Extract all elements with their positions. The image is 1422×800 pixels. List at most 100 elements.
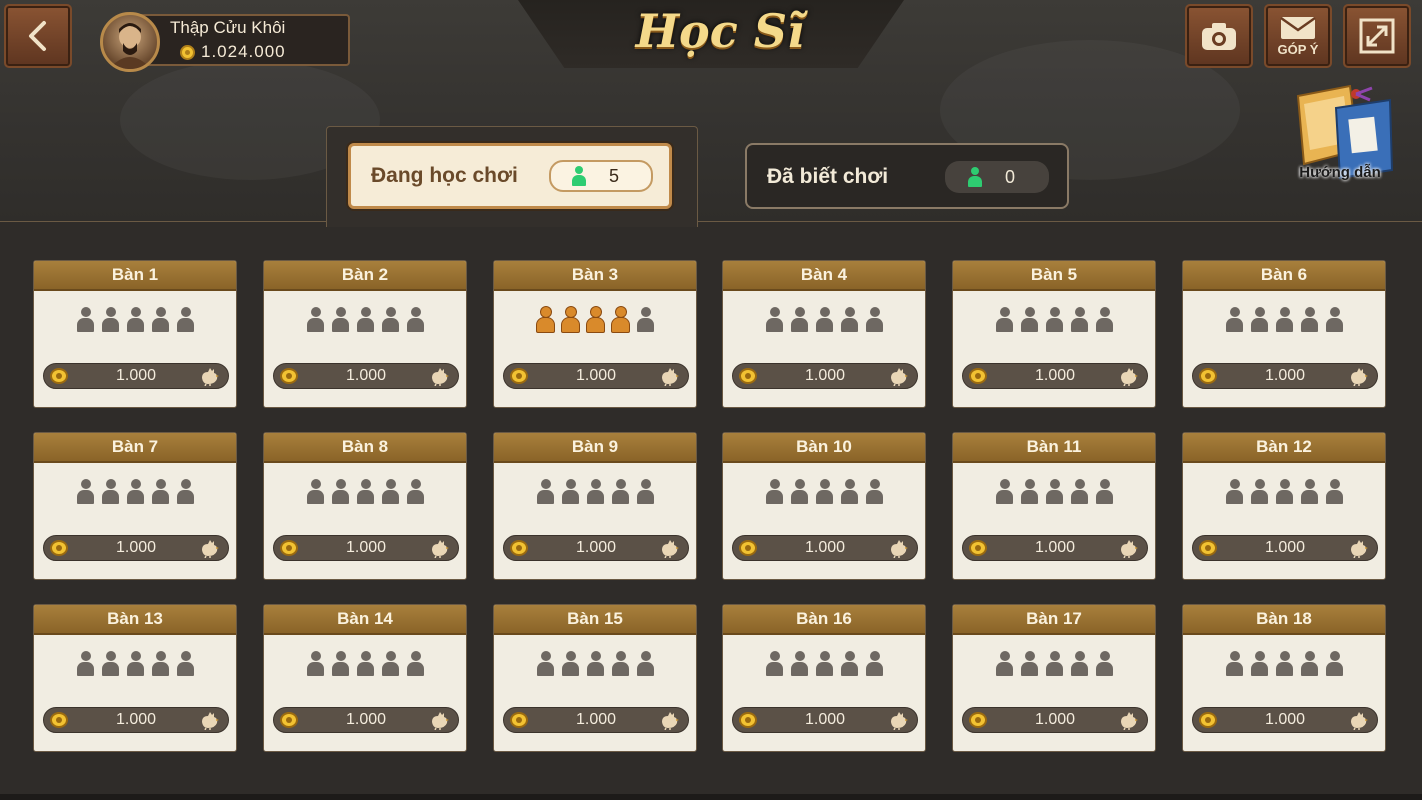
table-bet: 1.000 bbox=[1192, 535, 1378, 561]
seat-empty-icon bbox=[1250, 479, 1268, 504]
seat-empty-icon bbox=[381, 479, 399, 504]
table-card[interactable]: Bàn 12 1.000 bbox=[1182, 432, 1386, 580]
rooster-icon bbox=[658, 366, 680, 391]
seat-empty-icon bbox=[1325, 307, 1343, 332]
fullscreen-button[interactable] bbox=[1343, 4, 1411, 68]
seat-empty-icon bbox=[536, 651, 554, 676]
avatar[interactable] bbox=[100, 12, 160, 72]
seat-empty-icon bbox=[1325, 479, 1343, 504]
table-name: Bàn 2 bbox=[264, 261, 466, 291]
table-name: Bàn 3 bbox=[494, 261, 696, 291]
tab-experienced-count-box: 0 bbox=[945, 161, 1049, 193]
seat-empty-icon bbox=[995, 651, 1013, 676]
table-name: Bàn 1 bbox=[34, 261, 236, 291]
rooster-icon bbox=[887, 710, 909, 735]
table-seats bbox=[953, 307, 1155, 332]
tab-experienced[interactable]: Đã biết chơi 0 bbox=[745, 143, 1069, 209]
table-bet: 1.000 bbox=[732, 535, 918, 561]
tab-experienced-label: Đã biết chơi bbox=[767, 165, 889, 188]
tab-learning-label: Đang học chơi bbox=[371, 164, 518, 187]
table-seats bbox=[494, 479, 696, 504]
table-bet: 1.000 bbox=[962, 363, 1148, 389]
table-card[interactable]: Bàn 15 1.000 bbox=[493, 604, 697, 752]
seat-empty-icon bbox=[1045, 651, 1063, 676]
table-card[interactable]: Bàn 8 1.000 bbox=[263, 432, 467, 580]
table-seats bbox=[264, 307, 466, 332]
seat-empty-icon bbox=[76, 307, 94, 332]
seat-empty-icon bbox=[1225, 651, 1243, 676]
seat-empty-icon bbox=[1275, 307, 1293, 332]
coin-icon bbox=[969, 712, 987, 728]
seat-empty-icon bbox=[1070, 651, 1088, 676]
seat-empty-icon bbox=[790, 479, 808, 504]
camera-icon bbox=[1202, 23, 1236, 50]
seat-empty-icon bbox=[1300, 307, 1318, 332]
table-seats bbox=[953, 651, 1155, 676]
coin-icon bbox=[510, 712, 528, 728]
table-card[interactable]: Bàn 17 1.000 bbox=[952, 604, 1156, 752]
table-card[interactable]: Bàn 4 1.000 bbox=[722, 260, 926, 408]
seat-empty-icon bbox=[815, 651, 833, 676]
avatar-portrait bbox=[109, 23, 151, 69]
seat-taken-icon bbox=[586, 307, 604, 332]
table-card[interactable]: Bàn 1 1.000 bbox=[33, 260, 237, 408]
coin-icon bbox=[50, 368, 68, 384]
table-card[interactable]: Bàn 14 1.000 bbox=[263, 604, 467, 752]
seat-empty-icon bbox=[1020, 307, 1038, 332]
seat-empty-icon bbox=[406, 479, 424, 504]
coin-icon bbox=[280, 368, 298, 384]
table-seats bbox=[1183, 651, 1385, 676]
seat-empty-icon bbox=[176, 307, 194, 332]
table-card[interactable]: Bàn 3 1.000 bbox=[493, 260, 697, 408]
table-card[interactable]: Bàn 18 1.000 bbox=[1182, 604, 1386, 752]
coin-icon bbox=[50, 540, 68, 556]
seat-empty-icon bbox=[101, 479, 119, 504]
seat-empty-icon bbox=[1070, 479, 1088, 504]
coin-icon bbox=[280, 540, 298, 556]
seat-empty-icon bbox=[126, 651, 144, 676]
table-card[interactable]: Bàn 5 1.000 bbox=[952, 260, 1156, 408]
table-card[interactable]: Bàn 9 1.000 bbox=[493, 432, 697, 580]
table-card[interactable]: Bàn 7 1.000 bbox=[33, 432, 237, 580]
table-seats bbox=[494, 307, 696, 332]
table-seats bbox=[34, 307, 236, 332]
coin-icon bbox=[739, 368, 757, 384]
user-name: Thập Cửu Khôi bbox=[170, 18, 286, 37]
seat-empty-icon bbox=[126, 479, 144, 504]
table-card[interactable]: Bàn 6 1.000 bbox=[1182, 260, 1386, 408]
guide-button[interactable]: Hướng dẫn bbox=[1280, 84, 1400, 194]
seat-empty-icon bbox=[1275, 651, 1293, 676]
table-bet: 1.000 bbox=[962, 707, 1148, 733]
seat-empty-icon bbox=[1225, 479, 1243, 504]
user-profile[interactable]: Thập Cửu Khôi 1.024.000 bbox=[100, 12, 350, 72]
coin-icon bbox=[739, 540, 757, 556]
table-seats bbox=[1183, 479, 1385, 504]
seat-empty-icon bbox=[611, 651, 629, 676]
feedback-button[interactable]: GÓP Ý bbox=[1264, 4, 1332, 68]
rooster-icon bbox=[887, 366, 909, 391]
coin-icon bbox=[1199, 712, 1217, 728]
table-name: Bàn 7 bbox=[34, 433, 236, 463]
back-button[interactable] bbox=[4, 4, 72, 68]
seat-empty-icon bbox=[356, 651, 374, 676]
seat-empty-icon bbox=[1300, 651, 1318, 676]
seat-empty-icon bbox=[101, 651, 119, 676]
seat-empty-icon bbox=[151, 479, 169, 504]
feedback-label: GÓP Ý bbox=[1277, 42, 1319, 57]
seat-empty-icon bbox=[1095, 651, 1113, 676]
rooster-icon bbox=[887, 538, 909, 563]
table-seats bbox=[953, 479, 1155, 504]
tab-learning[interactable]: Đang học chơi 5 bbox=[348, 143, 672, 209]
table-card[interactable]: Bàn 11 1.000 bbox=[952, 432, 1156, 580]
coin-icon bbox=[280, 712, 298, 728]
table-card[interactable]: Bàn 16 1.000 bbox=[722, 604, 926, 752]
bottom-edge bbox=[0, 794, 1422, 800]
table-card[interactable]: Bàn 10 1.000 bbox=[722, 432, 926, 580]
table-card[interactable]: Bàn 13 1.000 bbox=[33, 604, 237, 752]
coin-icon bbox=[510, 368, 528, 384]
table-card[interactable]: Bàn 2 1.000 bbox=[263, 260, 467, 408]
coin-icon bbox=[180, 44, 195, 60]
seat-empty-icon bbox=[1045, 479, 1063, 504]
table-seats bbox=[1183, 307, 1385, 332]
camera-button[interactable] bbox=[1185, 4, 1253, 68]
